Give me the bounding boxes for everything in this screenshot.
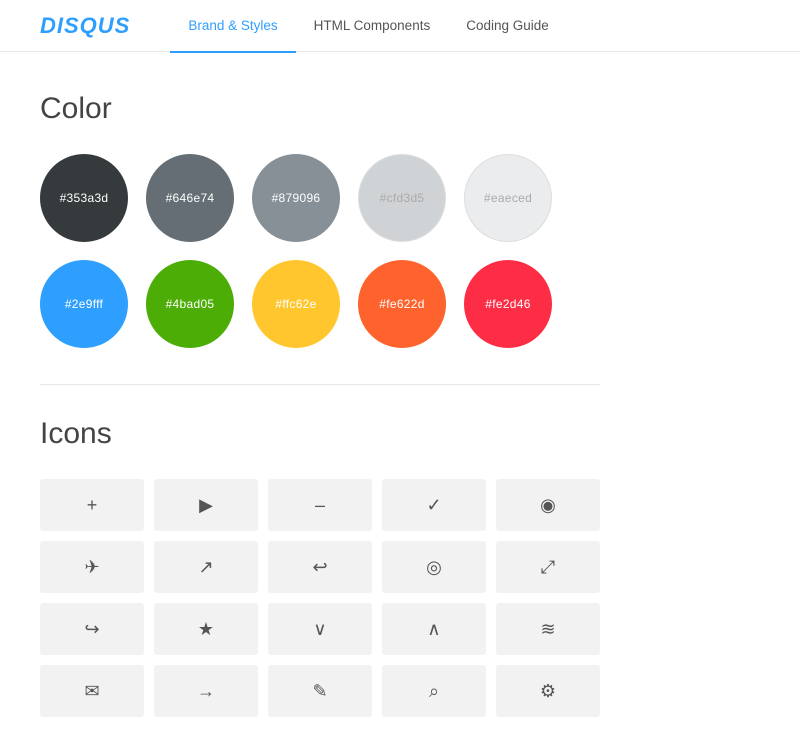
sidebar xyxy=(600,92,760,717)
nav-brand-styles[interactable]: Brand & Styles xyxy=(170,1,295,53)
logo[interactable]: DISQUS xyxy=(40,13,130,39)
minus-icon[interactable]: – xyxy=(268,479,372,531)
edit-icon[interactable]: ✎ xyxy=(268,665,372,717)
color-swatch: #2e9fff xyxy=(40,260,128,348)
color-swatch: #646e74 xyxy=(146,154,234,242)
color-swatch: #4bad05 xyxy=(146,260,234,348)
arrow-right-icon[interactable]: → xyxy=(154,665,258,717)
nav-coding-guide[interactable]: Coding Guide xyxy=(448,1,567,53)
comment-icon[interactable]: ◉ xyxy=(496,479,600,531)
rocket-icon[interactable]: ✈ xyxy=(40,541,144,593)
section-divider xyxy=(40,384,600,385)
plus-icon[interactable]: + xyxy=(40,479,144,531)
external-icon[interactable]: ⤢ xyxy=(496,541,600,593)
color-swatch: #ffc62e xyxy=(252,260,340,348)
icon-grid: +▶–✓◉ ✈↗↩◎⤢ ↪★∨∧≋ ✉→✎⌕⚙ xyxy=(40,479,600,717)
color-swatch: #fe2d46 xyxy=(464,260,552,348)
color-swatch: #879096 xyxy=(252,154,340,242)
color-title: Color xyxy=(40,92,600,126)
nav-html-components[interactable]: HTML Components xyxy=(296,1,449,53)
share-icon[interactable]: ↗ xyxy=(154,541,258,593)
play-icon[interactable]: ▶ xyxy=(154,479,258,531)
reply-icon[interactable]: ↩ xyxy=(268,541,372,593)
mail-icon[interactable]: ✉ xyxy=(40,665,144,717)
chevron-up-icon[interactable]: ∧ xyxy=(382,603,486,655)
rss-icon[interactable]: ≋ xyxy=(496,603,600,655)
color-swatch: #353a3d xyxy=(40,154,128,242)
color-swatch: #fe622d xyxy=(358,260,446,348)
content-area: Color #353a3d#646e74#879096#cfd3d5#eaece… xyxy=(40,92,600,717)
search-icon[interactable]: ⌕ xyxy=(382,665,486,717)
color-section: Color #353a3d#646e74#879096#cfd3d5#eaece… xyxy=(40,92,600,348)
gear-icon[interactable]: ⚙ xyxy=(496,665,600,717)
color-row-1: #353a3d#646e74#879096#cfd3d5#eaeced xyxy=(40,154,600,242)
color-swatch: #cfd3d5 xyxy=(358,154,446,242)
main-layout: Color #353a3d#646e74#879096#cfd3d5#eaece… xyxy=(0,52,800,737)
check-icon[interactable]: ✓ xyxy=(382,479,486,531)
forward-icon[interactable]: ↪ xyxy=(40,603,144,655)
star-icon[interactable]: ★ xyxy=(154,603,258,655)
header: DISQUS Brand & Styles HTML Components Co… xyxy=(0,0,800,52)
color-row-2: #2e9fff#4bad05#ffc62e#fe622d#fe2d46 xyxy=(40,260,600,348)
nav: Brand & Styles HTML Components Coding Gu… xyxy=(170,0,566,51)
color-swatch: #eaeced xyxy=(464,154,552,242)
icons-title: Icons xyxy=(40,417,600,451)
chevron-down-icon[interactable]: ∨ xyxy=(268,603,372,655)
icons-section: Icons +▶–✓◉ ✈↗↩◎⤢ ↪★∨∧≋ ✉→✎⌕⚙ xyxy=(40,417,600,717)
camera-icon[interactable]: ◎ xyxy=(382,541,486,593)
